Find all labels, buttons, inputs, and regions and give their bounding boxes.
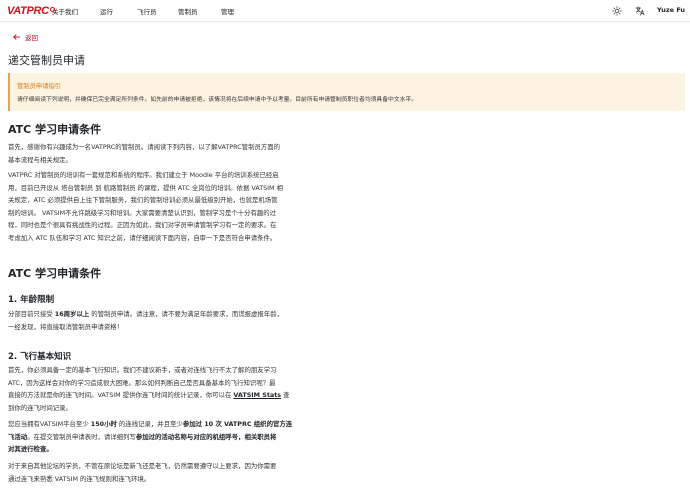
vatprc-logo[interactable]: VATPRC <box>7 4 55 18</box>
age-limit-heading: 1. 年龄限制 <box>8 295 55 305</box>
section-heading-intro: ATC 学习申请条件 <box>8 123 102 136</box>
nav-operations[interactable]: 运行 <box>100 6 113 16</box>
application-notice: 管制员申请指引 请仔细阅读下列说明，并确保已完全满足所列条件。如先前的申请被拒绝… <box>8 73 685 111</box>
arrow-left-icon <box>13 34 20 40</box>
text-line: 对其进行检查。 <box>8 445 53 454</box>
text-line: 首先，感谢你有兴趣成为一名VATPRC的管制员。请阅读下列内容，以了解VATPR… <box>8 143 281 151</box>
text-line: 关规定，ATC 必须提供自上往下管制服务，我们的管制培训必须从最低级别开始，也就… <box>8 196 278 205</box>
text-line: ATC，因为这样会对你的学习造成很大困难。那么如何判断自己是否具备基本的飞行知识… <box>8 378 276 387</box>
text-line: 基本流程与相关规定。 <box>8 155 72 164</box>
notice-title: 管制员申请指引 <box>17 83 62 90</box>
flight-knowledge-paragraph-2: 您应当拥有VATSIM平台至少 150小时 的连线记录，并且至少参加过 10 次… <box>8 418 308 456</box>
top-navigation-bar: VATPRC 关于我们 运行 飞行员 管制员 管理 Yuze Fu <box>0 0 690 22</box>
flight-knowledge-paragraph-1: 首先，你必须具备一定的基本飞行知识。我们不建议新手，或者对连线飞行不太了解的朋友… <box>8 364 308 414</box>
text-line: 直接的方法就是你的连飞时间。VATSIM 提供你连飞时间的统计记录，你可以在 V… <box>8 391 290 400</box>
nav-about[interactable]: 关于我们 <box>52 6 78 16</box>
text-line: 对于来自其他论坛的学员，不管在原论坛是新飞还是老飞，仍然需要遵守以上要求，因为你… <box>8 462 277 470</box>
page-title: 递交管制员申请 <box>8 54 85 67</box>
text-line: 您应当拥有VATSIM平台至少 150小时 的连线记录，并且至少参加过 10 次… <box>8 420 293 428</box>
language-translate-icon[interactable] <box>635 6 645 16</box>
text-line: 考虑加入 ATC 队伍和学习 ATC 知识之前，请仔细阅读下面内容，自审一下是否… <box>8 233 277 242</box>
flight-knowledge-paragraph-3: 对于来自其他论坛的学员，不管在原论坛是新飞还是老飞，仍然需要遵守以上要求，因为你… <box>8 460 308 485</box>
logo-text: VATPRC <box>7 5 49 17</box>
text-line: 程，同时也是个很具有挑战性的过程。正因为如此，我们对学员申请管制学习有一定的要求… <box>8 221 277 230</box>
back-link[interactable]: 返回 <box>13 32 38 42</box>
nav-admin[interactable]: 管理 <box>221 6 234 16</box>
user-menu[interactable]: Yuze Fu <box>657 6 685 14</box>
text-line: 分部目前只接受 16周岁以上 的管制员申请。请注意，请不要为满足年龄要求，而谎报… <box>8 310 283 318</box>
nav-pilots[interactable]: 飞行员 <box>137 6 157 16</box>
text-line: 制的培训。 VATSIM不允许跳级学习和培训。大家需要清楚认识到，管制学习是个十… <box>8 208 277 217</box>
notice-body: 请仔细阅读下列说明，并确保已完全满足所列条件。如先前的申请被拒绝，该情况将在后续… <box>17 97 417 103</box>
nav-controllers[interactable]: 管制员 <box>178 6 198 16</box>
text-line: VATPRC 对管制员的培训有一套规范和系统的程序。我们建立于 Moodle 平… <box>8 171 279 179</box>
text-line: 飞活动。在提交管制员申请表时，请详细列写参加过的活动名称与对应的机组呼号，相关职… <box>8 432 277 441</box>
section-heading-requirements: ATC 学习申请条件 <box>8 267 102 280</box>
back-label: 返回 <box>25 34 38 42</box>
intro-paragraph-1: 首先，感谢你有兴趣成为一名VATPRC的管制员。请阅读下列内容，以了解VATPR… <box>8 141 308 166</box>
text-line: 通过连飞来熟悉 VATSIM 的连飞规则和连飞环境。 <box>8 474 151 483</box>
theme-toggle-sun-icon[interactable] <box>612 6 622 16</box>
text-line: 用，目前已开设从 塔台管制员 到 航路管制员 的课程，提供 ATC 全岗位的培训… <box>8 183 283 192</box>
vatsim-stats-link[interactable]: VATSIM Stats <box>233 391 281 399</box>
text-line: 到你的连飞时间记录。 <box>8 403 72 412</box>
text-line: 一经发现，将直接取消管制员申请资格！ <box>8 322 124 331</box>
intro-paragraph-2: VATPRC 对管制员的培训有一套规范和系统的程序。我们建立于 Moodle 平… <box>8 169 308 245</box>
age-limit-paragraph: 分部目前只接受 16周岁以上 的管制员申请。请注意，请不要为满足年龄要求，而谎报… <box>8 308 308 333</box>
text-line: 首先，你必须具备一定的基本飞行知识。我们不建议新手，或者对连线飞行不太了解的朋友… <box>8 366 277 374</box>
flight-knowledge-heading: 2. 飞行基本知识 <box>8 352 72 362</box>
